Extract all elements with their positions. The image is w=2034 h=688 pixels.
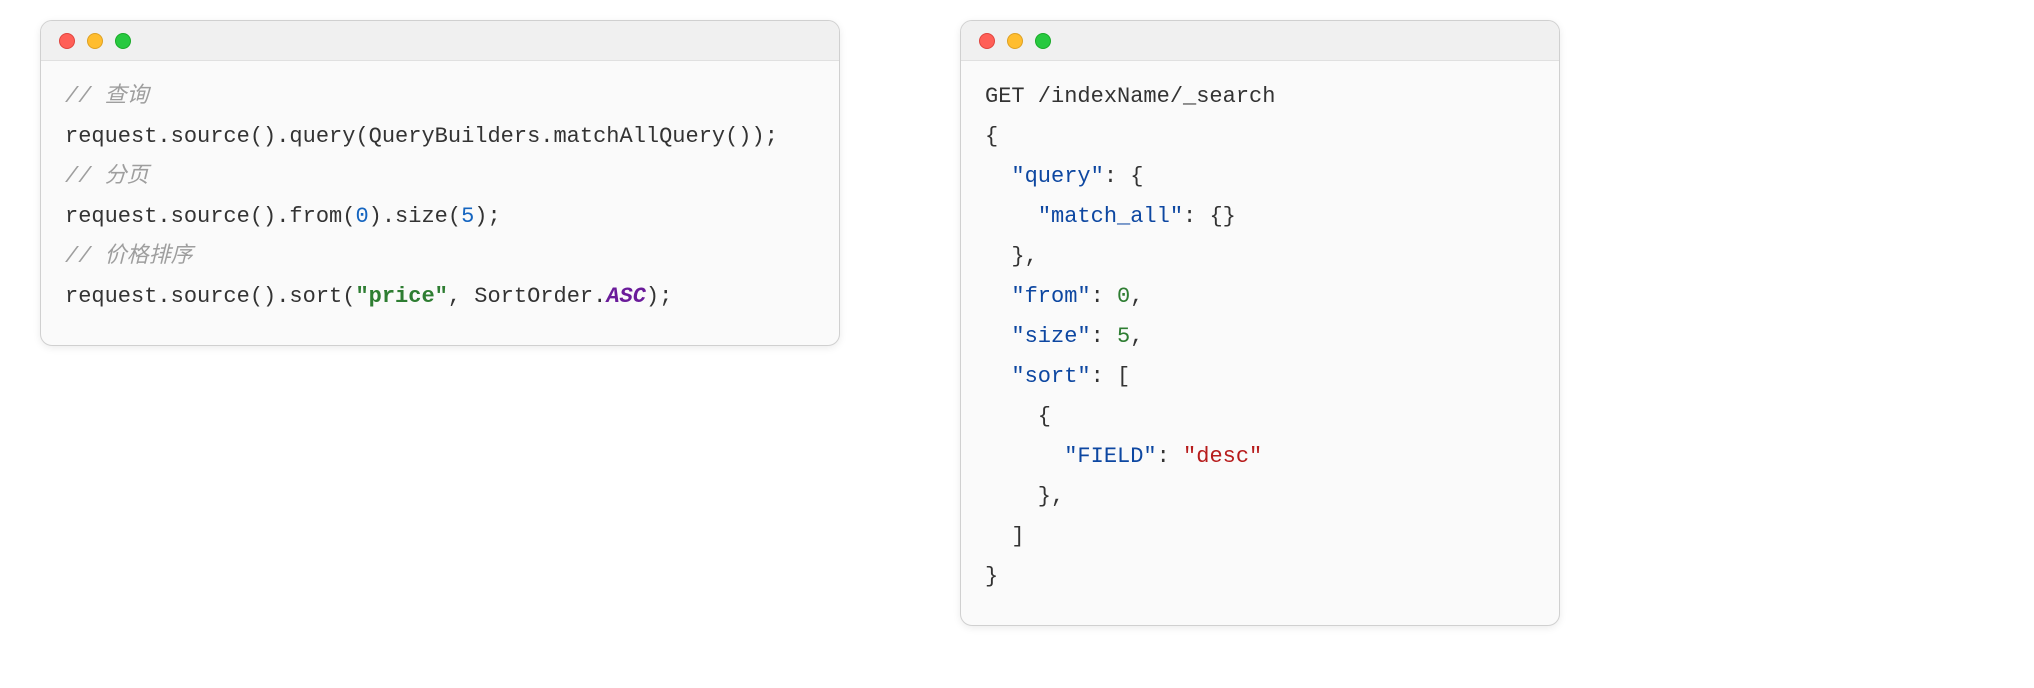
json-key: "size": [1011, 324, 1090, 349]
maximize-icon[interactable]: [1035, 33, 1051, 49]
close-icon[interactable]: [59, 33, 75, 49]
code-content-java: // 查询 request.source().query(QueryBuilde…: [41, 61, 839, 345]
json-key: "query": [1011, 164, 1103, 189]
json-number: 0: [1117, 284, 1130, 309]
code-line-part: request.source().from(: [65, 204, 355, 229]
close-icon[interactable]: [979, 33, 995, 49]
code-line-part: ).size(: [369, 204, 461, 229]
code-enum: ASC: [606, 284, 646, 309]
code-window-json: GET /indexName/_search { "query": { "mat…: [960, 20, 1560, 626]
code-string: "price": [355, 284, 447, 309]
code-line-part: , SortOrder.: [448, 284, 606, 309]
code-line-part: request.source().sort(: [65, 284, 355, 309]
json-key: "match_all": [1038, 204, 1183, 229]
minimize-icon[interactable]: [87, 33, 103, 49]
json-number: 5: [1117, 324, 1130, 349]
code-comment: // 分页: [65, 164, 149, 189]
minimize-icon[interactable]: [1007, 33, 1023, 49]
json-key: "FIELD": [1064, 444, 1156, 469]
maximize-icon[interactable]: [115, 33, 131, 49]
brace: }: [985, 564, 998, 589]
code-number: 5: [461, 204, 474, 229]
json-key: "sort": [1011, 364, 1090, 389]
json-string: "desc": [1183, 444, 1262, 469]
code-comment: // 价格排序: [65, 244, 193, 269]
code-number: 0: [355, 204, 368, 229]
code-comment: // 查询: [65, 84, 149, 109]
brace: {: [985, 124, 998, 149]
code-line-part: );: [474, 204, 500, 229]
code-window-java: // 查询 request.source().query(QueryBuilde…: [40, 20, 840, 346]
window-titlebar: [961, 21, 1559, 61]
json-key: "from": [1011, 284, 1090, 309]
code-content-json: GET /indexName/_search { "query": { "mat…: [961, 61, 1559, 625]
code-line: request.source().query(QueryBuilders.mat…: [65, 124, 778, 149]
window-titlebar: [41, 21, 839, 61]
code-line-part: );: [646, 284, 672, 309]
request-line: GET /indexName/_search: [985, 84, 1275, 109]
